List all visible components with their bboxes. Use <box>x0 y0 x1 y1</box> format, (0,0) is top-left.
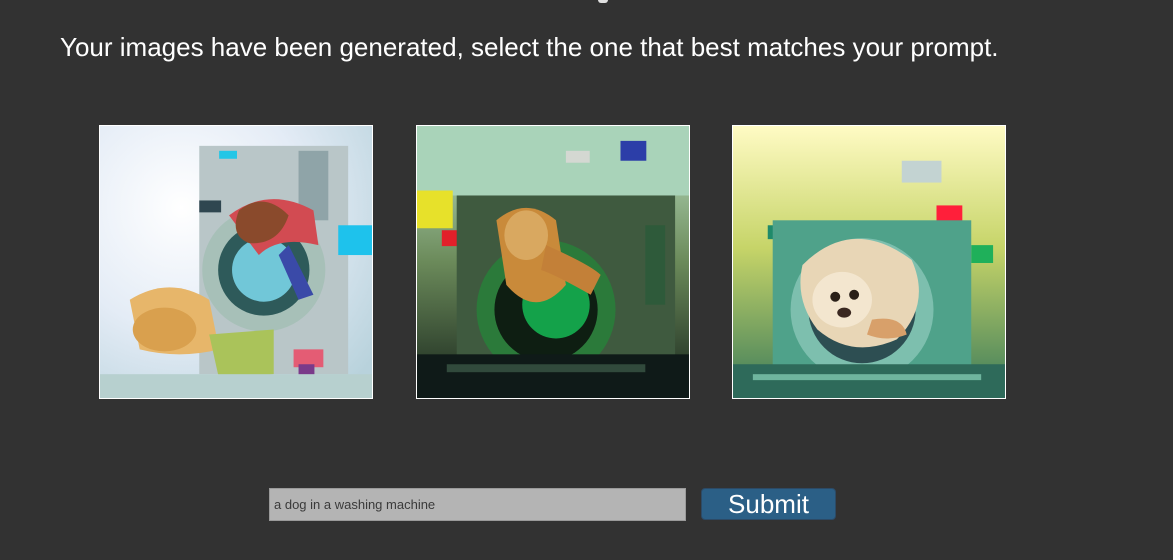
generated-image-1[interactable] <box>99 125 373 399</box>
top-edge-element <box>598 0 608 3</box>
prompt-input[interactable] <box>269 488 686 521</box>
dog-washing-machine-image <box>100 126 372 398</box>
generated-image-2[interactable] <box>416 125 690 399</box>
page: Your images have been generated, select … <box>0 0 1173 560</box>
submit-button[interactable]: Submit <box>701 488 836 520</box>
generated-image-3[interactable] <box>732 125 1006 399</box>
dog-washing-machine-image <box>733 126 1005 398</box>
page-title: Your images have been generated, select … <box>60 32 999 62</box>
dog-washing-machine-image <box>417 126 689 398</box>
